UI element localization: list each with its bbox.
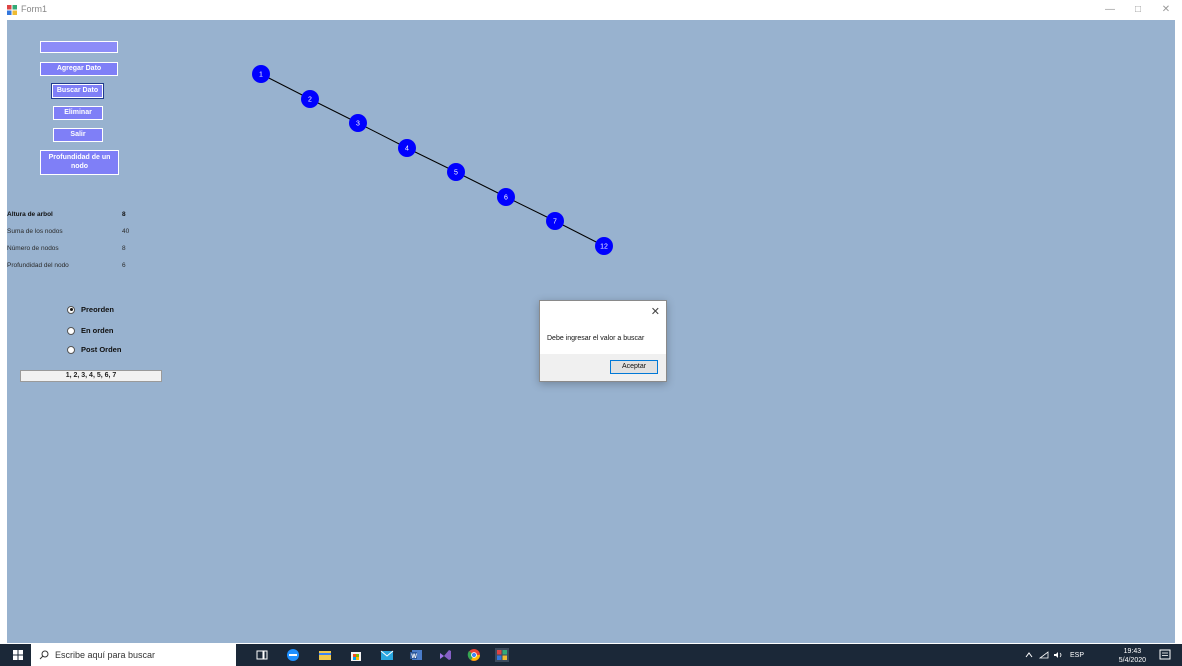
tree-node-label: 2 <box>308 97 312 104</box>
accept-button[interactable]: Aceptar <box>610 360 658 374</box>
message-dialog: ✕ Debe ingresar el valor a buscar Acepta… <box>539 300 667 382</box>
chevron-up-icon[interactable] <box>1025 651 1033 659</box>
svg-text:W: W <box>411 654 417 660</box>
minimize-button[interactable]: — <box>1096 2 1124 18</box>
tree-node-label: 1 <box>259 72 263 79</box>
task-view-icon[interactable] <box>255 648 269 662</box>
tree-node-label: 5 <box>454 170 458 177</box>
file-explorer-icon[interactable] <box>318 648 332 662</box>
tree-node: 1 <box>252 65 270 83</box>
chrome-icon[interactable] <box>467 648 481 662</box>
app-icon <box>7 5 17 15</box>
taskbar-search-box[interactable]: Escribe aquí para buscar <box>31 644 236 666</box>
volume-icon[interactable] <box>1053 651 1063 659</box>
taskbar: Escribe aquí para buscar W ESP 19:43 5/4… <box>0 644 1182 666</box>
store-icon[interactable] <box>349 648 363 662</box>
visual-studio-icon[interactable] <box>438 648 452 662</box>
tree-node: 5 <box>447 163 465 181</box>
close-window-button[interactable]: ✕ <box>1152 2 1180 18</box>
clock-date: 5/4/2020 <box>1118 657 1146 664</box>
network-icon[interactable] <box>1039 651 1049 659</box>
window-title: Form1 <box>21 4 48 14</box>
system-tray: ESP <box>1025 644 1084 666</box>
title-bar: Form1 — □ ✕ <box>0 0 1182 20</box>
tree-node: 6 <box>497 188 515 206</box>
tree-node-label: 6 <box>504 195 508 202</box>
clock[interactable]: 19:43 5/4/2020 <box>1119 647 1146 665</box>
notifications-icon[interactable] <box>1158 648 1172 662</box>
tree-node-label: 12 <box>600 244 608 251</box>
tree-node-label: 4 <box>405 146 409 153</box>
language-indicator[interactable]: ESP <box>1070 652 1084 659</box>
tree-node-label: 3 <box>356 121 360 128</box>
tree-node-label: 7 <box>553 219 557 226</box>
tree-node: 7 <box>546 212 564 230</box>
tree-node: 12 <box>595 237 613 255</box>
search-placeholder: Escribe aquí para buscar <box>55 650 156 660</box>
dialog-close-button[interactable]: ✕ <box>651 305 660 318</box>
tree-node: 4 <box>398 139 416 157</box>
windows-start-icon[interactable] <box>13 650 23 660</box>
form-app-taskbar-icon[interactable] <box>495 648 509 662</box>
dialog-footer: Aceptar <box>540 354 666 381</box>
mail-icon[interactable] <box>380 648 394 662</box>
search-icon <box>39 650 49 660</box>
dialog-message: Debe ingresar el valor a buscar <box>547 335 645 342</box>
edge-browser-icon[interactable] <box>286 648 300 662</box>
tree-node: 2 <box>301 90 319 108</box>
word-icon[interactable]: W <box>409 648 423 662</box>
tree-node: 3 <box>349 114 367 132</box>
restore-button[interactable]: □ <box>1124 2 1152 18</box>
clock-time: 19:43 <box>1123 648 1142 655</box>
